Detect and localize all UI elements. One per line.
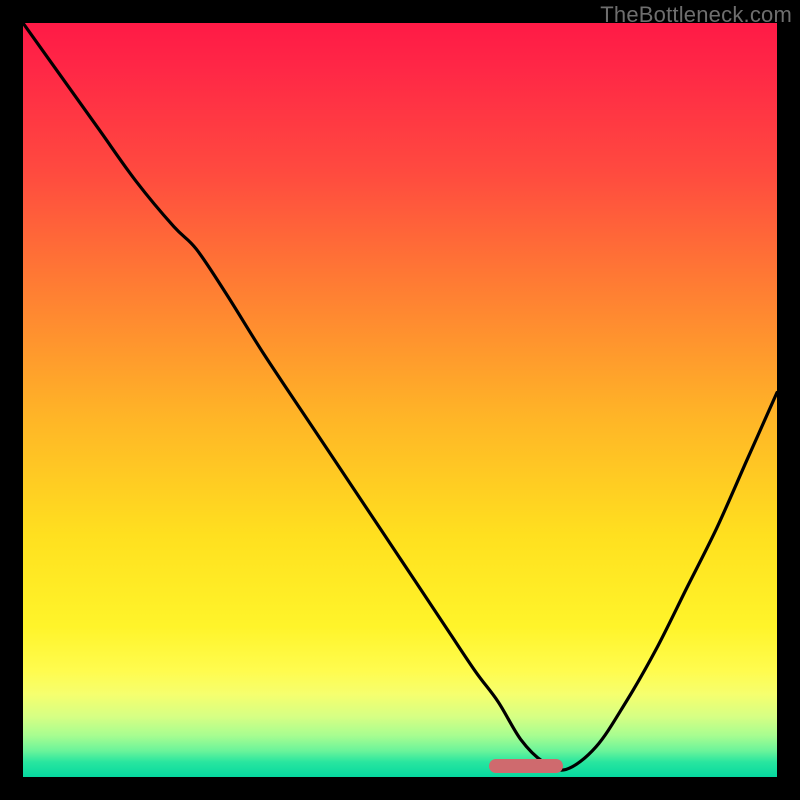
optimal-range-marker bbox=[489, 759, 563, 773]
chart-plot-area bbox=[23, 23, 777, 777]
chart-frame: TheBottleneck.com bbox=[0, 0, 800, 800]
watermark-text: TheBottleneck.com bbox=[600, 2, 792, 28]
